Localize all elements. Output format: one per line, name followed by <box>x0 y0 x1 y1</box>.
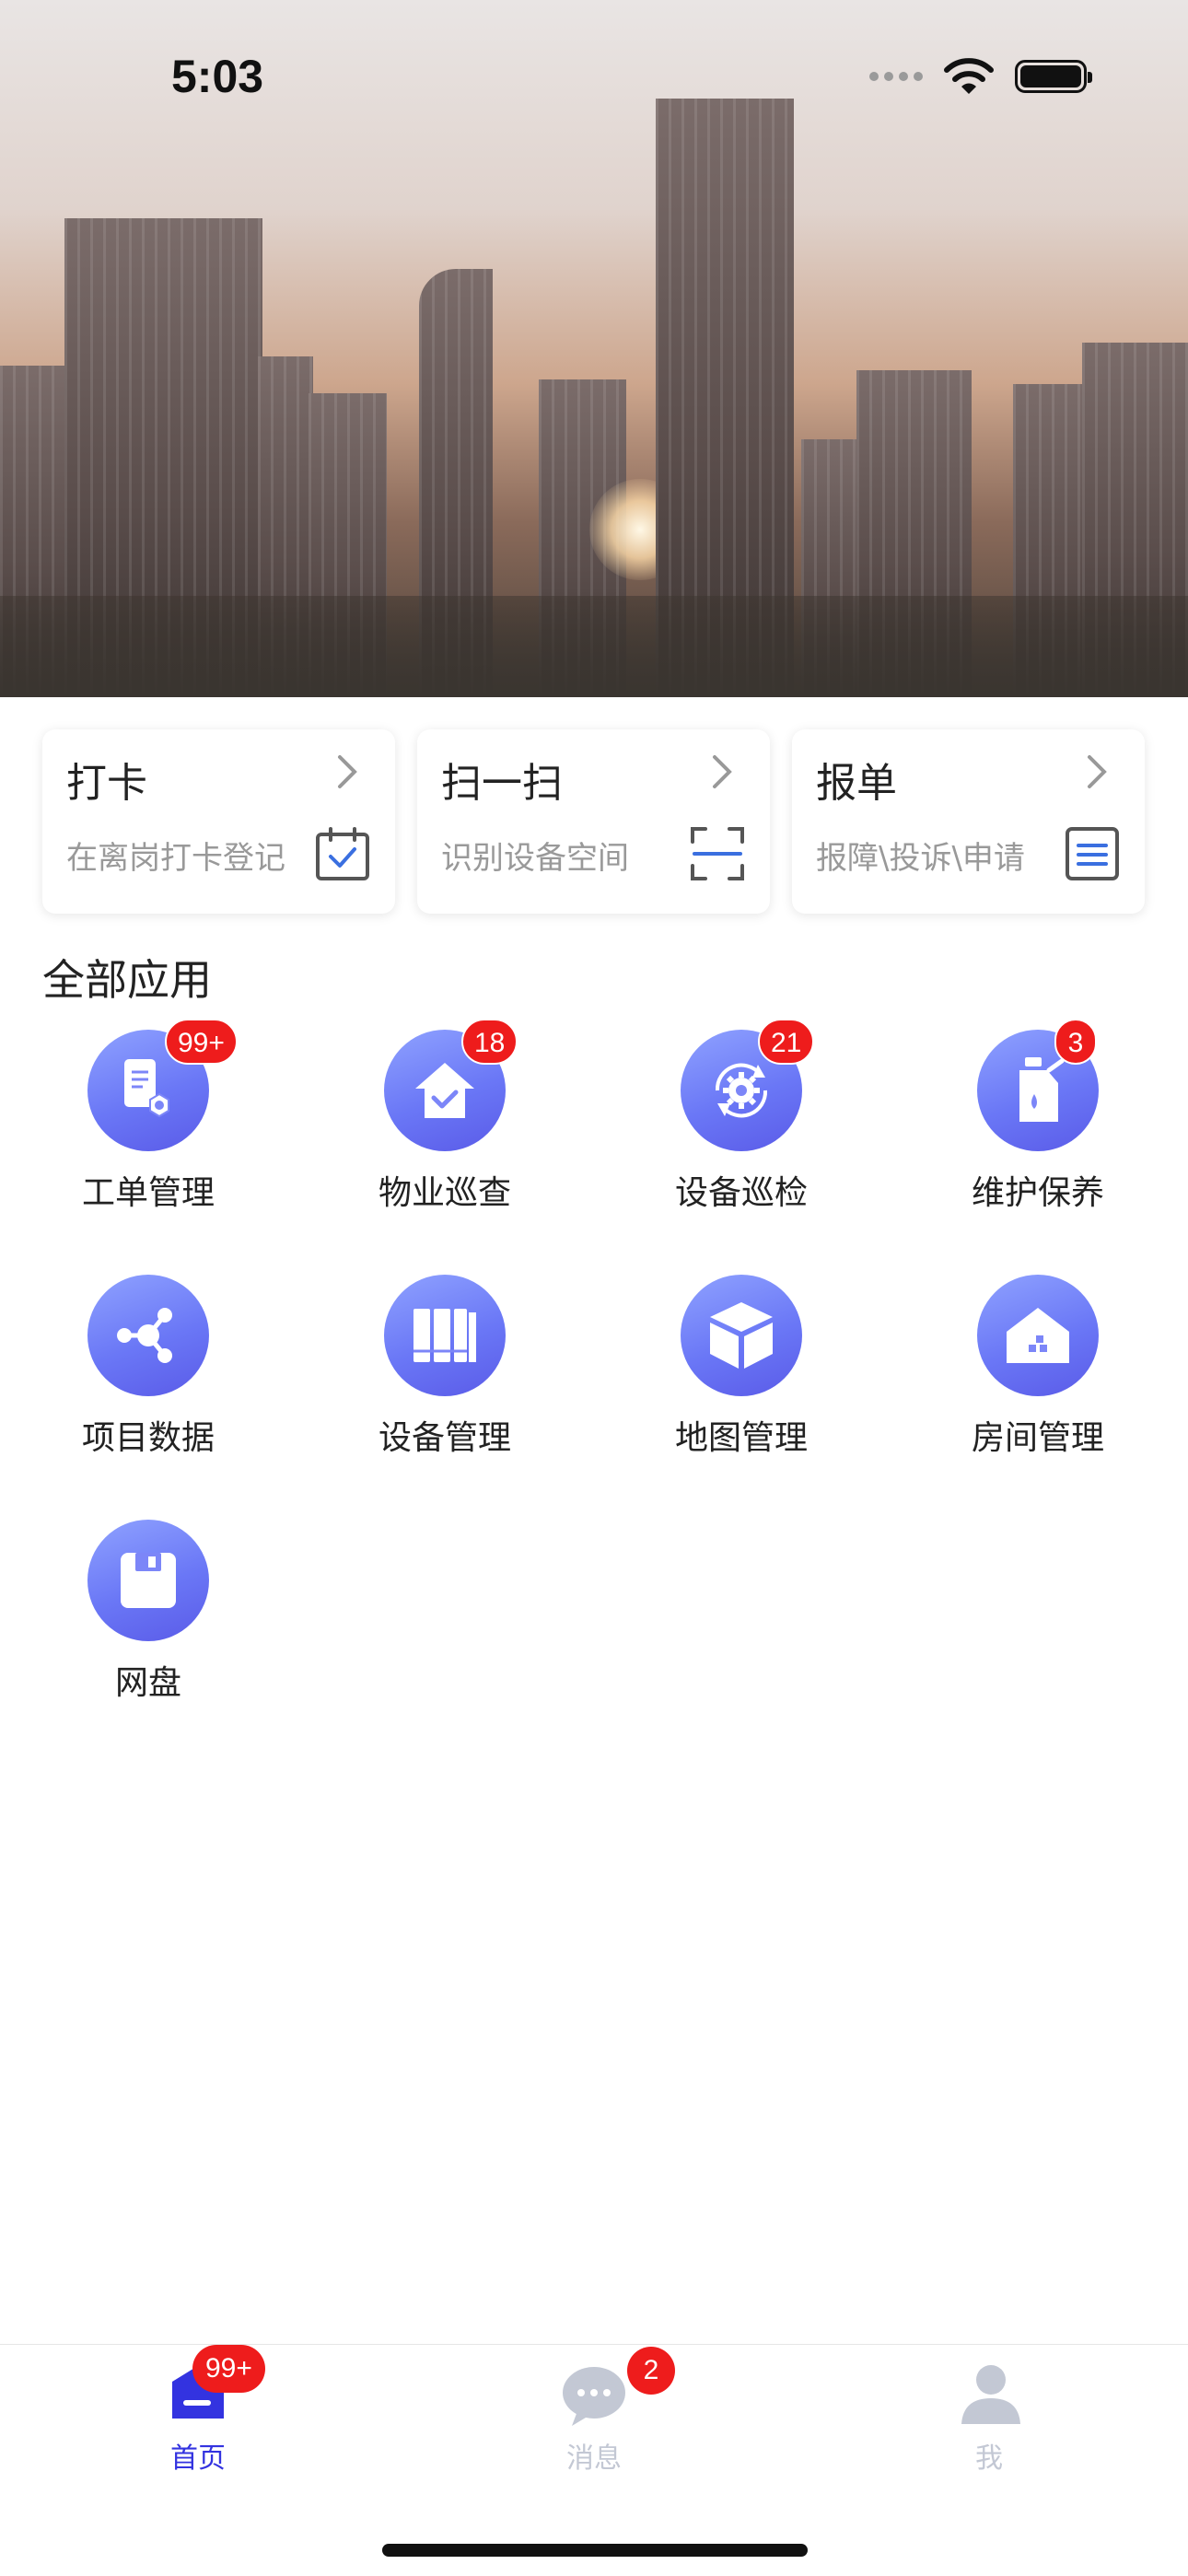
chevron-right-icon <box>713 755 732 788</box>
app-equipment-inspection[interactable]: 21 设备巡检 <box>593 1019 890 1214</box>
app-label: 设备管理 <box>378 1419 511 1457</box>
status-icons <box>869 57 1092 96</box>
card-subtitle: 识别设备空间 <box>441 840 629 877</box>
badge: 3 <box>1054 1019 1097 1065</box>
app-equipment-management[interactable]: 设备管理 <box>297 1275 593 1459</box>
app-work-order[interactable]: 99+ 工单管理 <box>0 1019 297 1214</box>
app-maintenance[interactable]: 3 维护保养 <box>890 1019 1186 1214</box>
tab-label: 首页 <box>170 2442 226 2475</box>
tab-badge: 2 <box>627 2347 675 2395</box>
ground <box>0 596 1188 697</box>
hero-banner <box>0 0 1188 697</box>
app-label: 设备巡检 <box>674 1174 808 1212</box>
app-project-data[interactable]: 项目数据 <box>0 1275 297 1459</box>
chevron-right-icon <box>338 755 357 788</box>
badge: 99+ <box>165 1019 238 1065</box>
message-icon <box>563 2367 625 2426</box>
user-icon <box>961 2365 1020 2424</box>
badge: 21 <box>758 1019 815 1065</box>
card-title: 打卡 <box>66 760 147 807</box>
app-property-patrol[interactable]: 18 物业巡查 <box>297 1019 593 1214</box>
cube-icon <box>681 1275 802 1396</box>
calendar-check-icon <box>316 827 369 880</box>
scan-icon <box>691 827 744 880</box>
work-order-icon: 99+ <box>87 1019 238 1151</box>
section-title: 全部应用 <box>42 955 212 1005</box>
status-time: 5:03 <box>171 51 264 102</box>
app-label: 工单管理 <box>81 1174 215 1212</box>
card-subtitle: 报障\投诉\申请 <box>816 840 1025 877</box>
scan-card[interactable]: 扫一扫 识别设备空间 <box>417 729 770 914</box>
list-document-icon <box>1066 827 1119 880</box>
room-icon <box>977 1275 1099 1396</box>
binders-icon <box>384 1275 506 1396</box>
app-cloud-disk[interactable]: 网盘 <box>0 1520 297 1704</box>
house-check-icon: 18 <box>384 1019 518 1151</box>
floppy-disk-icon <box>87 1520 209 1641</box>
app-label: 项目数据 <box>81 1419 215 1457</box>
app-room-management[interactable]: 房间管理 <box>890 1275 1186 1459</box>
gear-refresh-icon: 21 <box>681 1019 815 1151</box>
network-icon <box>87 1275 209 1396</box>
home-indicator <box>382 2544 808 2557</box>
app-map-management[interactable]: 地图管理 <box>593 1275 890 1459</box>
signal-icon <box>869 72 923 81</box>
tab-label: 消息 <box>566 2442 622 2475</box>
card-subtitle: 在离岗打卡登记 <box>66 840 285 877</box>
tab-label: 我 <box>975 2442 1003 2475</box>
clock-in-card[interactable]: 打卡 在离岗打卡登记 <box>42 729 395 914</box>
quick-cards: 打卡 在离岗打卡登记 扫一扫 识别设备空间 报单 报障\投诉\申请 <box>42 729 1146 914</box>
app-label: 地图管理 <box>674 1419 808 1457</box>
report-card[interactable]: 报单 报障\投诉\申请 <box>792 729 1145 914</box>
card-title: 报单 <box>816 760 897 807</box>
app-label: 物业巡查 <box>378 1174 511 1212</box>
tab-badge: 99+ <box>192 2345 265 2393</box>
chevron-right-icon <box>1088 755 1107 788</box>
tab-bar: 99+ 首页 2 消息 我 <box>0 2344 1188 2576</box>
app-label: 维护保养 <box>971 1174 1104 1212</box>
app-label: 房间管理 <box>971 1419 1104 1457</box>
wifi-icon <box>944 58 994 94</box>
app-label: 网盘 <box>114 1664 181 1702</box>
card-title: 扫一扫 <box>441 760 563 807</box>
battery-icon <box>1015 60 1092 93</box>
oil-can-icon: 3 <box>977 1019 1099 1151</box>
badge: 18 <box>461 1019 518 1065</box>
